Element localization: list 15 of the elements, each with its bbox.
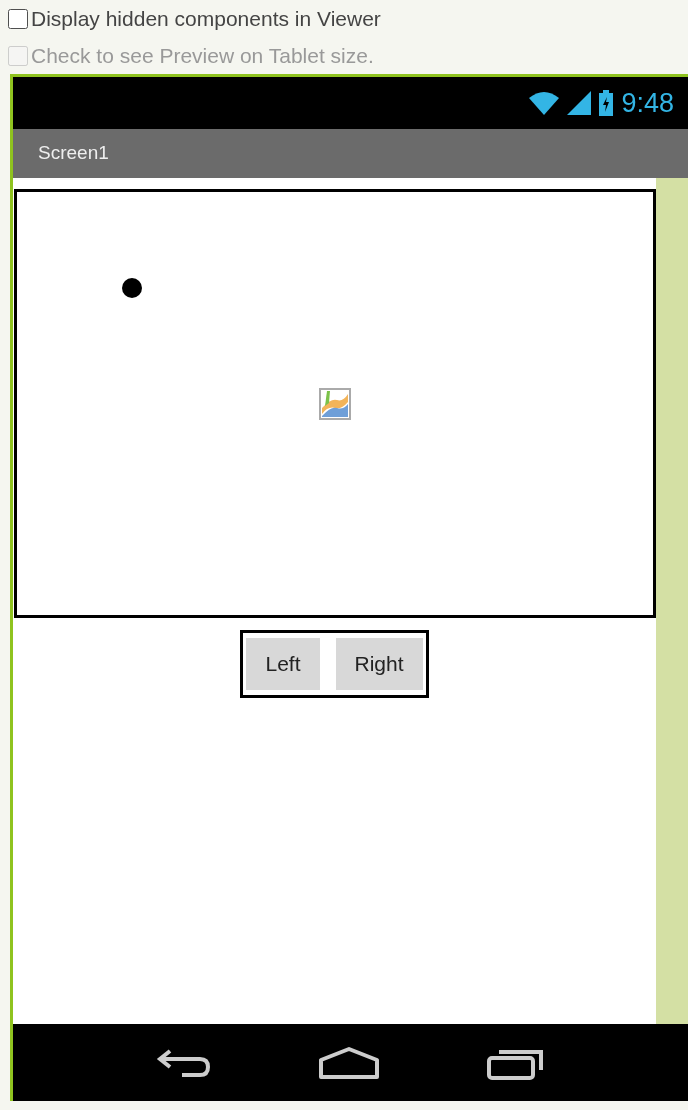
wifi-icon	[529, 91, 560, 115]
home-icon[interactable]	[318, 1045, 381, 1080]
button[interactable]: Left	[246, 638, 320, 690]
screen-title: Screen1	[38, 141, 109, 166]
battery-icon	[599, 90, 614, 116]
back-icon[interactable]	[156, 1047, 213, 1078]
button[interactable]: Right	[335, 638, 423, 690]
checkbox-label: Check to see Preview on Tablet size.	[31, 42, 374, 69]
checkbox[interactable]	[8, 8, 28, 29]
ball[interactable]	[121, 277, 143, 299]
canvas[interactable]	[14, 189, 656, 618]
image-icon	[319, 388, 351, 420]
checkbox-label: Display hidden components in Viewer	[31, 5, 381, 32]
signal-icon	[567, 91, 592, 115]
clock-time: 9:48	[621, 86, 674, 120]
